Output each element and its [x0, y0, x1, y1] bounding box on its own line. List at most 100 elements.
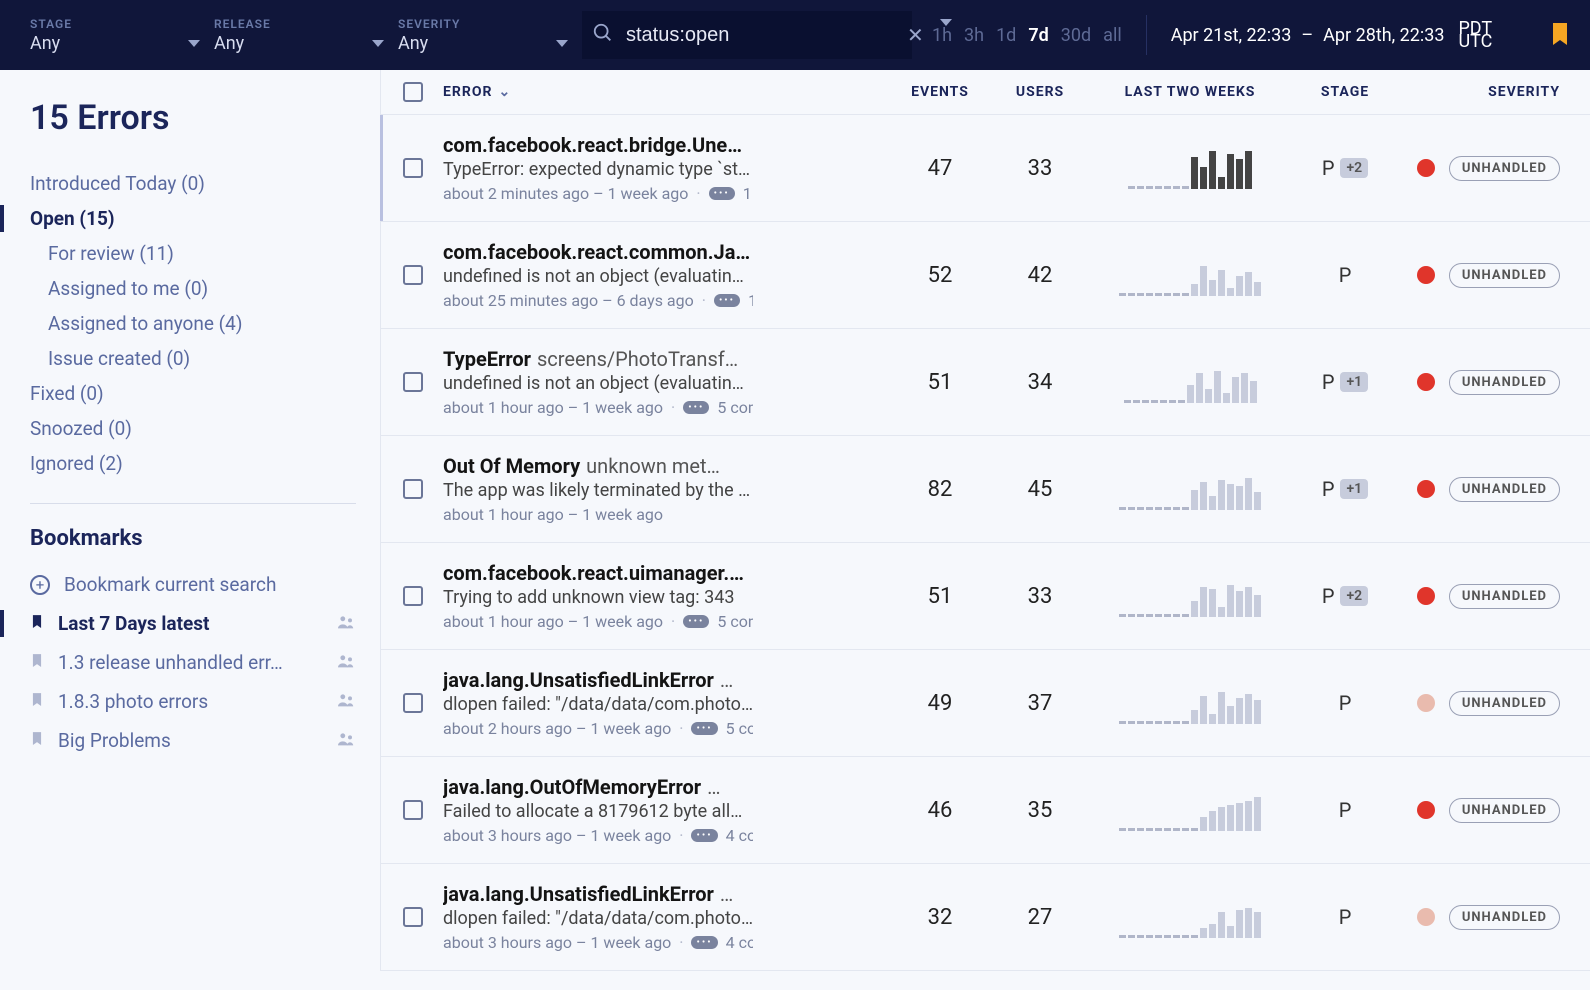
- time-opt-1h[interactable]: 1h: [932, 25, 952, 46]
- row-checkbox[interactable]: [403, 586, 423, 606]
- error-context: …: [707, 775, 720, 799]
- time-opt-30d[interactable]: 30d: [1061, 25, 1091, 46]
- bookmark-item[interactable]: 1.8.3 photo errors: [30, 682, 356, 721]
- bookmark-label: Last 7 Days latest: [58, 612, 322, 635]
- sparkline: [1090, 575, 1290, 617]
- row-checkbox[interactable]: [403, 800, 423, 820]
- error-message: Failed to allocate a 8179612 byte all…: [443, 801, 753, 822]
- select-all-checkbox[interactable]: [403, 82, 423, 102]
- col-events[interactable]: EVENTS: [890, 84, 990, 100]
- share-icon[interactable]: [336, 690, 356, 713]
- bookmark-item[interactable]: 1.3 release unhandled err…: [30, 643, 356, 682]
- bookmark-add[interactable]: + Bookmark current search: [30, 565, 356, 604]
- col-error[interactable]: ERROR ⌄: [443, 84, 890, 100]
- bookmarks-heading: Bookmarks: [30, 526, 356, 551]
- col-severity[interactable]: SEVERITY: [1400, 84, 1560, 100]
- time-opt-all[interactable]: all: [1103, 25, 1122, 46]
- error-row[interactable]: com.facebook.react.uimanager.… Trying to…: [381, 543, 1590, 650]
- nav-item[interactable]: For review (11): [30, 236, 356, 271]
- filter-value: Any: [214, 33, 244, 54]
- filter-release[interactable]: RELEASE Any: [214, 17, 384, 54]
- search-input[interactable]: [626, 24, 891, 47]
- error-message: TypeError: expected dynamic type `st…: [443, 159, 753, 180]
- error-row[interactable]: TypeErrorscreens/PhotoTransf… undefined …: [381, 329, 1590, 436]
- users-count: 37: [990, 691, 1090, 716]
- comment-count: 1 c…: [748, 291, 753, 310]
- error-row[interactable]: java.lang.UnsatisfiedLinkError… dlopen f…: [381, 864, 1590, 971]
- bookmark-label: 1.8.3 photo errors: [58, 690, 322, 713]
- bookmark-icon[interactable]: [1548, 19, 1572, 51]
- error-row[interactable]: java.lang.OutOfMemoryError… Failed to al…: [381, 757, 1590, 864]
- row-checkbox[interactable]: [403, 265, 423, 285]
- nav-item[interactable]: Assigned to me (0): [30, 271, 356, 306]
- comment-icon: •••: [691, 829, 717, 842]
- stage-cell: P+1: [1290, 477, 1400, 501]
- nav-item[interactable]: Open (15): [30, 201, 356, 236]
- search-box[interactable]: ✕: [582, 11, 912, 59]
- time-opt-7d[interactable]: 7d: [1028, 25, 1048, 46]
- stage-plus-badge: +2: [1340, 586, 1368, 606]
- row-checkbox[interactable]: [403, 907, 423, 927]
- col-sparkline[interactable]: LAST TWO WEEKS: [1090, 84, 1290, 100]
- nav-item[interactable]: Fixed (0): [30, 376, 356, 411]
- comment-count: 4 com…: [726, 826, 753, 845]
- error-title: Out Of Memoryunknown met…: [443, 454, 753, 478]
- error-context: unknown met…: [586, 454, 720, 478]
- stage-cell: P: [1290, 798, 1400, 822]
- row-checkbox[interactable]: [403, 693, 423, 713]
- nav-item[interactable]: Ignored (2): [30, 446, 356, 481]
- date-range[interactable]: Apr 21st, 22:33 – Apr 28th, 22:33 PDT UT…: [1171, 22, 1493, 48]
- users-count: 33: [990, 156, 1090, 181]
- stage-cell: P+1: [1290, 370, 1400, 394]
- error-meta: about 2 hours ago – 1 week ago·•••5 com…: [443, 719, 753, 738]
- error-meta: about 1 hour ago – 1 week ago·•••5 com…: [443, 612, 753, 631]
- clear-search-icon[interactable]: ✕: [903, 23, 928, 47]
- bookmark-label: Big Problems: [58, 729, 322, 752]
- nav-item[interactable]: Snoozed (0): [30, 411, 356, 446]
- time-opt-3h[interactable]: 3h: [964, 25, 984, 46]
- bookmark-item[interactable]: Last 7 Days latest: [30, 604, 356, 643]
- error-meta: about 3 hours ago – 1 week ago·•••4 com…: [443, 826, 753, 845]
- events-count: 32: [890, 905, 990, 930]
- filter-stage[interactable]: STAGE Any: [30, 17, 200, 54]
- unhandled-badge: UNHANDLED: [1449, 477, 1560, 502]
- share-icon[interactable]: [336, 651, 356, 674]
- bookmark-icon: [30, 651, 44, 674]
- severity-dot-icon: [1417, 480, 1435, 498]
- stage-cell: P: [1290, 263, 1400, 287]
- row-checkbox[interactable]: [403, 372, 423, 392]
- error-title: java.lang.OutOfMemoryError…: [443, 775, 753, 799]
- nav-item[interactable]: Issue created (0): [30, 341, 356, 376]
- error-row[interactable]: Out Of Memoryunknown met… The app was li…: [381, 436, 1590, 543]
- bookmark-icon: [30, 612, 44, 635]
- users-count: 34: [990, 370, 1090, 395]
- row-checkbox[interactable]: [403, 479, 423, 499]
- stage-cell: P: [1290, 691, 1400, 715]
- filter-severity[interactable]: SEVERITY Any: [398, 17, 568, 54]
- sparkline: [1090, 789, 1290, 831]
- comment-count: 4 com…: [726, 933, 753, 952]
- nav-item[interactable]: Assigned to anyone (4): [30, 306, 356, 341]
- bookmark-item[interactable]: Big Problems: [30, 721, 356, 760]
- sparkline: [1090, 254, 1290, 296]
- users-count: 45: [990, 477, 1090, 502]
- search-icon: [592, 22, 614, 48]
- col-users[interactable]: USERS: [990, 84, 1090, 100]
- share-icon[interactable]: [336, 729, 356, 752]
- share-icon[interactable]: [336, 612, 356, 635]
- timezone[interactable]: PDT UTC: [1458, 22, 1492, 48]
- error-row[interactable]: com.facebook.react.bridge.Une… TypeError…: [381, 115, 1590, 222]
- row-checkbox[interactable]: [403, 158, 423, 178]
- severity-dot-icon: [1417, 694, 1435, 712]
- col-stage[interactable]: STAGE: [1290, 84, 1400, 100]
- error-row[interactable]: java.lang.UnsatisfiedLinkError… dlopen f…: [381, 650, 1590, 757]
- sparkline: [1090, 147, 1290, 189]
- time-opt-1d[interactable]: 1d: [996, 25, 1016, 46]
- unhandled-badge: UNHANDLED: [1449, 370, 1560, 395]
- unhandled-badge: UNHANDLED: [1449, 263, 1560, 288]
- severity-dot-icon: [1417, 159, 1435, 177]
- top-bar: STAGE Any RELEASE Any SEVERITY Any ✕ 1h 3…: [0, 0, 1590, 70]
- users-count: 33: [990, 584, 1090, 609]
- error-row[interactable]: com.facebook.react.common.Ja… undefined …: [381, 222, 1590, 329]
- nav-item[interactable]: Introduced Today (0): [30, 166, 356, 201]
